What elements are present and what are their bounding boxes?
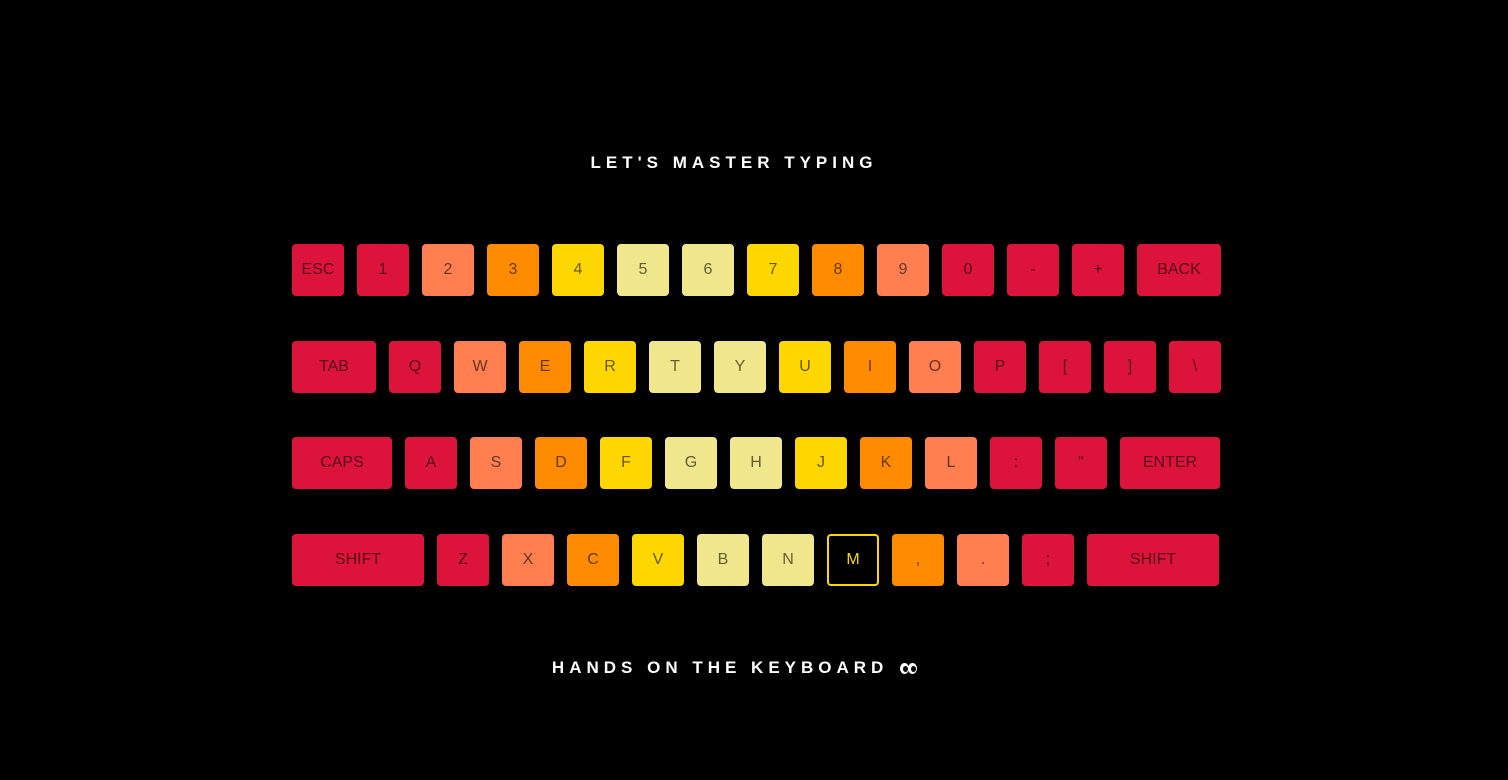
key-1[interactable]: 1	[357, 244, 409, 296]
key-esc[interactable]: ESC	[292, 244, 344, 296]
key-close-bracket[interactable]: ]	[1104, 341, 1156, 393]
key-o[interactable]: O	[909, 341, 961, 393]
key-colon[interactable]: :	[990, 437, 1042, 489]
key-p[interactable]: P	[974, 341, 1026, 393]
keyboard-row: CAPS A S D F G H J K L: " ENTER	[292, 437, 1220, 489]
key-minus[interactable]: -	[1007, 244, 1059, 296]
keyboard-row: SHIFT Z X C V B N M,.; SHIFT	[292, 534, 1219, 586]
key-5[interactable]: 5	[617, 244, 669, 296]
keyboard-row: ESC 1 2 3 4 5 6 7 8 9 0- + BACK	[292, 244, 1221, 296]
key-tab[interactable]: TAB	[292, 341, 376, 393]
key-8[interactable]: 8	[812, 244, 864, 296]
key-d[interactable]: D	[535, 437, 587, 489]
key-k[interactable]: K	[860, 437, 912, 489]
key-enter[interactable]: ENTER	[1120, 437, 1220, 489]
key-comma[interactable]: ,	[892, 534, 944, 586]
key-x[interactable]: X	[502, 534, 554, 586]
footer-text: HANDS ON THE KEYBOARD	[551, 658, 889, 677]
key-r[interactable]: R	[584, 341, 636, 393]
key-c[interactable]: C	[567, 534, 619, 586]
key-j[interactable]: J	[795, 437, 847, 489]
key-q[interactable]: Q	[389, 341, 441, 393]
key-y[interactable]: Y	[714, 341, 766, 393]
key-quote[interactable]: "	[1055, 437, 1107, 489]
key-l[interactable]: L	[925, 437, 977, 489]
key-b[interactable]: B	[697, 534, 749, 586]
key-9[interactable]: 9	[877, 244, 929, 296]
key-7[interactable]: 7	[747, 244, 799, 296]
key-2[interactable]: 2	[422, 244, 474, 296]
key-plus[interactable]: +	[1072, 244, 1124, 296]
eyes-icon	[900, 659, 918, 679]
key-g[interactable]: G	[665, 437, 717, 489]
key-shift[interactable]: SHIFT	[1087, 534, 1219, 586]
key-3[interactable]: 3	[487, 244, 539, 296]
key-0[interactable]: 0	[942, 244, 994, 296]
key-backslash[interactable]: \	[1169, 341, 1221, 393]
key-w[interactable]: W	[454, 341, 506, 393]
key-u[interactable]: U	[779, 341, 831, 393]
key-period[interactable]: .	[957, 534, 1009, 586]
key-caps[interactable]: CAPS	[292, 437, 392, 489]
key-open-bracket[interactable]: [	[1039, 341, 1091, 393]
key-n[interactable]: N	[762, 534, 814, 586]
key-back[interactable]: BACK	[1137, 244, 1221, 296]
key-a[interactable]: A	[405, 437, 457, 489]
footer-caption: HANDS ON THE KEYBOARD	[0, 658, 1468, 679]
key-4[interactable]: 4	[552, 244, 604, 296]
keyboard-row: TAB Q W E R T Y U I O P[] \	[292, 341, 1221, 393]
key-s[interactable]: S	[470, 437, 522, 489]
key-e[interactable]: E	[519, 341, 571, 393]
key-i[interactable]: I	[844, 341, 896, 393]
key-6[interactable]: 6	[682, 244, 734, 296]
key-v[interactable]: V	[632, 534, 684, 586]
key-semicolon[interactable]: ;	[1022, 534, 1074, 586]
key-f[interactable]: F	[600, 437, 652, 489]
key-shift[interactable]: SHIFT	[292, 534, 424, 586]
key-h[interactable]: H	[730, 437, 782, 489]
typing-page: LET'S MASTER TYPING ESC 1 2 3 4 5 6 7 8 9 0- + BACK T…	[0, 0, 1508, 780]
page-title: LET'S MASTER TYPING	[590, 153, 878, 172]
key-t[interactable]: T	[649, 341, 701, 393]
key-z[interactable]: Z	[437, 534, 489, 586]
key-m[interactable]: M	[827, 534, 879, 586]
